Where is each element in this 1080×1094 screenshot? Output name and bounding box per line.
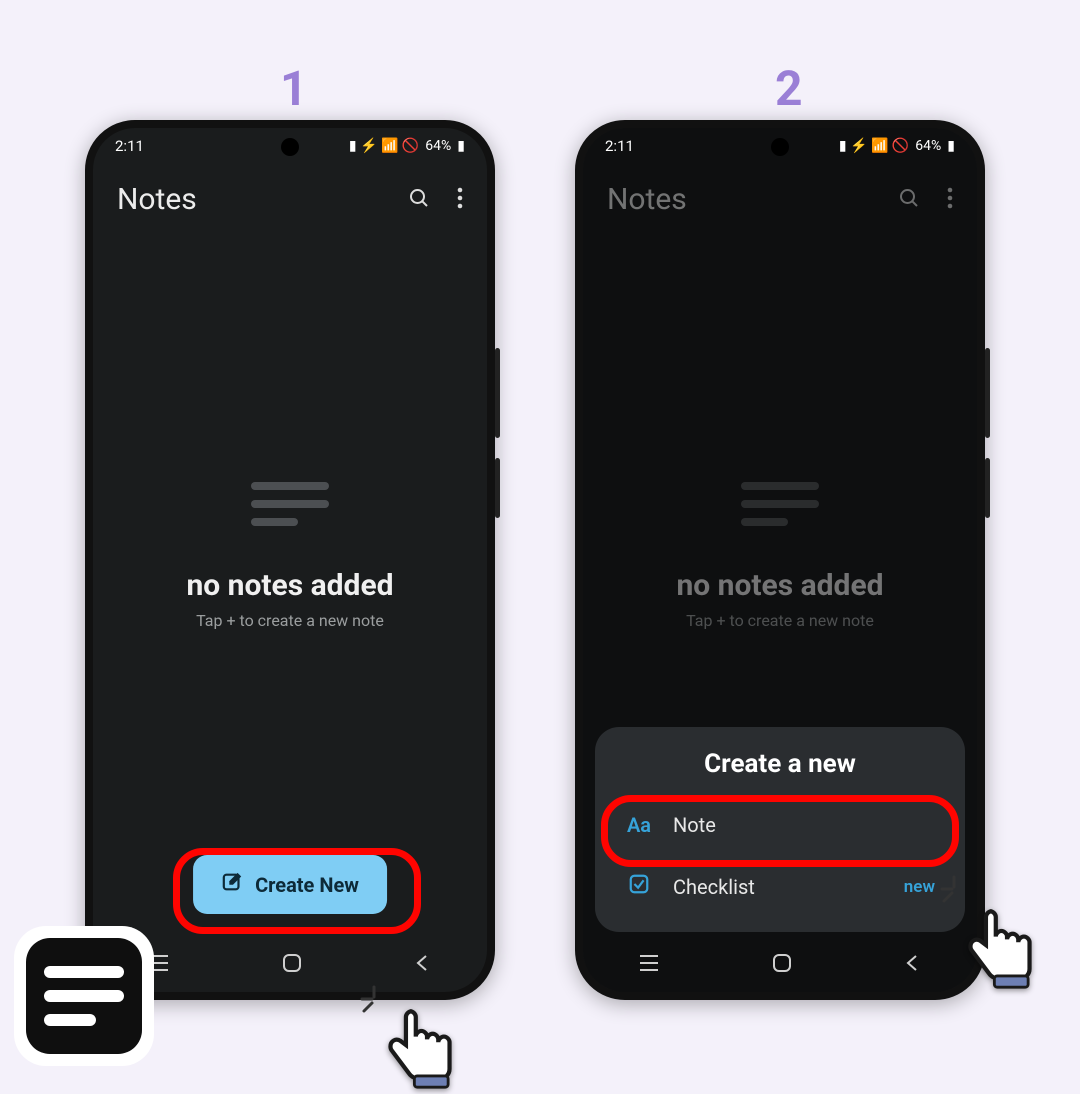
camera-notch bbox=[771, 138, 789, 156]
text-icon: Aa bbox=[625, 813, 653, 837]
sheet-item-checklist[interactable]: Checklist new bbox=[609, 855, 951, 918]
empty-title: no notes added bbox=[676, 568, 883, 603]
android-nav-bar bbox=[583, 938, 977, 992]
home-button[interactable] bbox=[281, 952, 303, 978]
sheet-item-label: Checklist bbox=[673, 875, 755, 899]
new-badge: new bbox=[904, 877, 935, 897]
search-icon[interactable] bbox=[897, 186, 921, 214]
side-button bbox=[985, 348, 990, 438]
app-icon bbox=[14, 926, 154, 1066]
tap-spark-icon bbox=[940, 875, 970, 905]
home-button[interactable] bbox=[771, 952, 793, 978]
phone-mock-1: 2:11 ▮ ⚡ 📶 🚫 64%▮ Notes no notes added T… bbox=[85, 120, 495, 1000]
app-header: Notes bbox=[93, 164, 487, 229]
sheet-item-label: Note bbox=[673, 813, 716, 837]
create-new-button[interactable]: Create New bbox=[193, 855, 387, 914]
camera-notch bbox=[281, 138, 299, 156]
search-icon[interactable] bbox=[407, 186, 431, 214]
status-icons: ▮ ⚡ 📶 🚫 bbox=[349, 138, 419, 154]
status-battery: 64% bbox=[425, 138, 451, 154]
empty-title: no notes added bbox=[186, 568, 393, 603]
status-battery: 64% bbox=[915, 138, 941, 154]
page-title: Notes bbox=[607, 182, 687, 217]
compose-icon bbox=[221, 871, 243, 898]
notes-empty-icon bbox=[251, 472, 329, 536]
more-icon[interactable] bbox=[457, 187, 463, 213]
empty-subtitle: Tap + to create a new note bbox=[686, 611, 874, 630]
status-icons: ▮ ⚡ 📶 🚫 bbox=[839, 138, 909, 154]
back-button[interactable] bbox=[904, 954, 922, 976]
create-sheet: Create a new Aa Note Checklist new bbox=[595, 727, 965, 932]
page-title: Notes bbox=[117, 182, 197, 217]
step-number-2: 2 bbox=[775, 60, 803, 117]
recents-button[interactable] bbox=[638, 954, 660, 976]
back-button[interactable] bbox=[414, 954, 432, 976]
checkbox-icon bbox=[625, 873, 653, 900]
tap-spark-icon bbox=[360, 985, 390, 1015]
status-time: 2:11 bbox=[605, 137, 634, 155]
create-new-label: Create New bbox=[255, 873, 359, 897]
sheet-item-note[interactable]: Aa Note bbox=[609, 795, 951, 855]
empty-subtitle: Tap + to create a new note bbox=[196, 611, 384, 630]
notes-empty-icon bbox=[741, 472, 819, 536]
notes-app-glyph bbox=[26, 938, 142, 1054]
step-number-1: 1 bbox=[280, 60, 308, 117]
phone-mock-2: 2:11 ▮ ⚡ 📶 🚫 64%▮ Notes no notes added T… bbox=[575, 120, 985, 1000]
side-button bbox=[495, 348, 500, 438]
more-icon[interactable] bbox=[947, 187, 953, 213]
sheet-title: Create a new bbox=[609, 749, 951, 779]
side-button bbox=[985, 458, 990, 518]
side-button bbox=[495, 458, 500, 518]
status-time: 2:11 bbox=[115, 137, 144, 155]
app-header: Notes bbox=[583, 164, 977, 229]
